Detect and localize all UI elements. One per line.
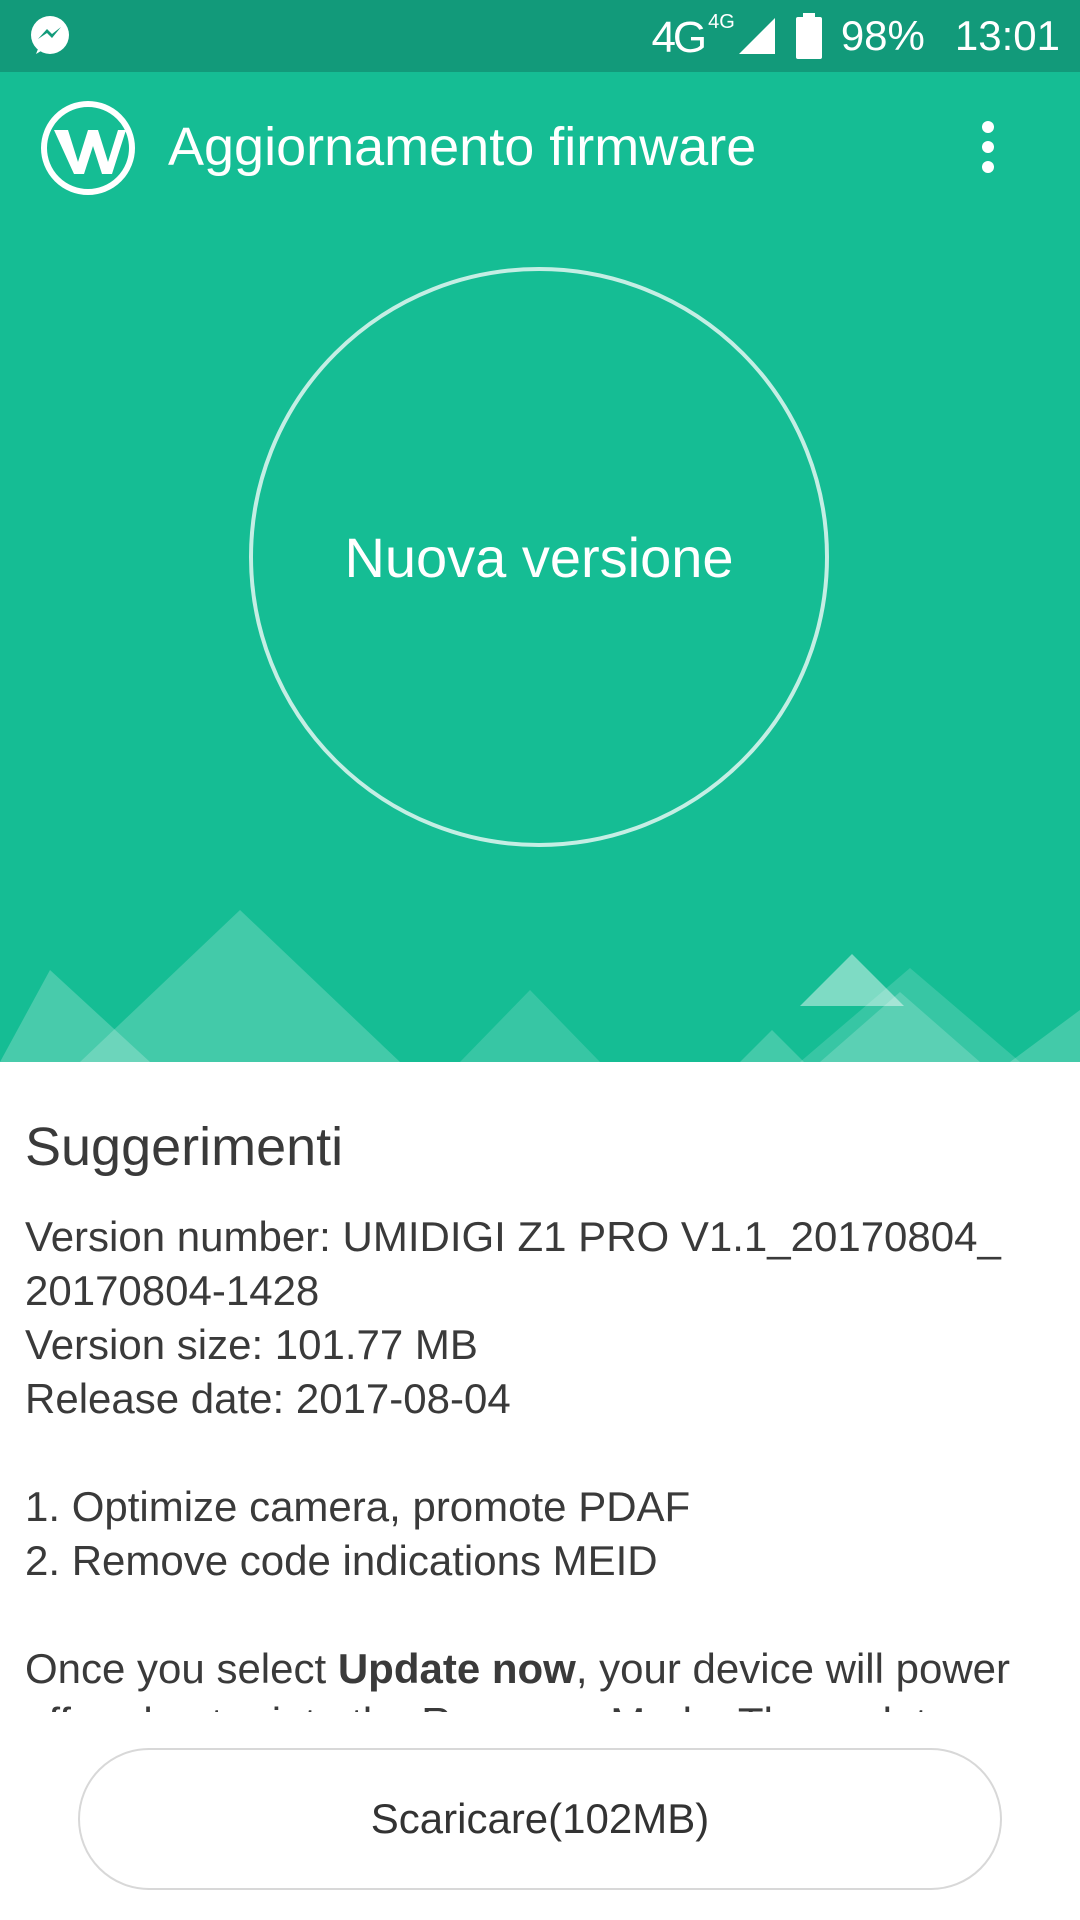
instruction-bold: Update now <box>337 1645 576 1692</box>
clock: 13:01 <box>954 12 1060 59</box>
network-type: 4G <box>651 13 707 62</box>
update-instruction: Once you select Update now, your device … <box>25 1642 1065 1696</box>
page-title: Aggiornamento firmware <box>168 117 757 177</box>
signal-icon <box>738 18 775 54</box>
app-bar: Aggiornamento firmware <box>0 72 1080 222</box>
status-bar: 4G 4G 98% 13:01 <box>0 0 1080 72</box>
network-indicator: 4G 4G <box>651 10 776 62</box>
release-date: Release date: 2017-08-04 <box>25 1375 511 1422</box>
instruction-suffix: , your device will power <box>575 1645 1010 1692</box>
update-instruction-continued: off and enter into the Recovery Mode. Th… <box>25 1696 1065 1712</box>
hero-panel: Aggiornamento firmware Nuova versione <box>0 72 1080 1062</box>
version-number-line: Version number: UMIDIGI Z1 PRO V1.1_2017… <box>25 1213 1001 1260</box>
update-status-circle: Nuova versione <box>249 267 829 847</box>
battery-percentage: 98% <box>840 12 925 59</box>
more-vert-icon <box>982 121 994 173</box>
app-logo-icon <box>41 101 135 195</box>
section-heading: Suggerimenti <box>25 1117 344 1177</box>
instruction-prefix: Once you select <box>25 1645 338 1692</box>
version-size: Version size: 101.77 MB <box>25 1321 478 1368</box>
overflow-menu-button[interactable] <box>958 112 1018 182</box>
version-number-line-continued: 20170804-1428 <box>25 1267 320 1314</box>
network-type-secondary: 4G <box>708 10 735 33</box>
release-notes: Suggerimenti Version number: UMIDIGI Z1 … <box>25 1112 1065 1712</box>
note-item-1: 1. Optimize camera, promote PDAF <box>25 1483 691 1530</box>
download-button[interactable]: Scaricare(102MB) <box>78 1748 1002 1890</box>
update-status-text: Nuova versione <box>344 525 734 589</box>
messenger-icon <box>31 16 69 54</box>
release-notes-scroll[interactable]: Suggerimenti Version number: UMIDIGI Z1 … <box>0 1112 1080 1712</box>
status-indicators: 4G 4G 98% 13:01 <box>651 0 1060 72</box>
note-item-2: 2. Remove code indications MEID <box>25 1537 658 1584</box>
battery-icon <box>795 13 822 59</box>
